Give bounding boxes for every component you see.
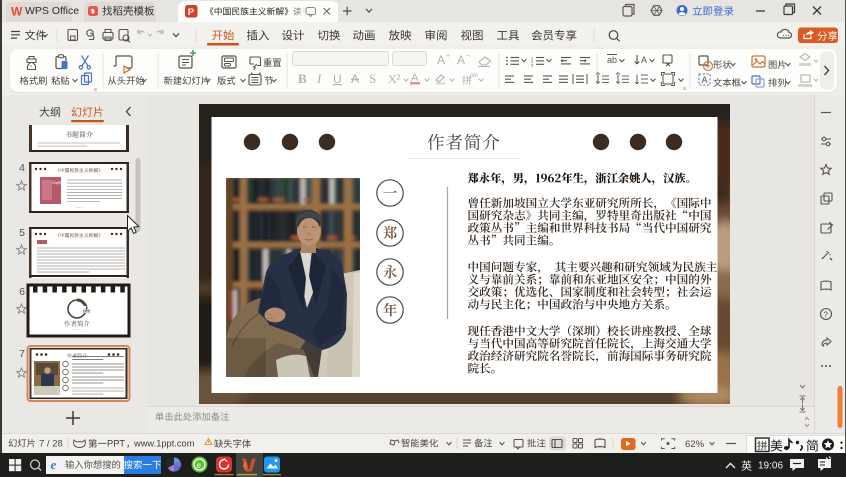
- svg-text:+: +: [446, 53, 450, 60]
- svg-text:A: A: [437, 53, 445, 67]
- svg-text:S: S: [369, 71, 376, 86]
- svg-text:ab: ab: [607, 55, 617, 65]
- svg-text:I: I: [316, 71, 322, 86]
- svg-text:6: 6: [19, 286, 25, 298]
- svg-text:4: 4: [19, 162, 25, 174]
- svg-text:X²: X²: [388, 72, 401, 86]
- svg-text:pin: pin: [470, 73, 478, 79]
- svg-text:B: B: [298, 71, 307, 86]
- svg-text:3: 3: [531, 63, 534, 68]
- svg-text:e: e: [51, 457, 57, 472]
- svg-text:19:06: 19:06: [758, 461, 783, 472]
- svg-text:PPT: PPT: [107, 439, 125, 449]
- svg-text:7 / 28: 7 / 28: [39, 439, 63, 450]
- svg-text:www.1ppt.com: www.1ppt.com: [133, 439, 195, 449]
- svg-text:62%: 62%: [685, 439, 705, 450]
- svg-text:−: −: [466, 53, 470, 60]
- svg-text:A: A: [641, 55, 647, 65]
- svg-text:A: A: [702, 75, 708, 85]
- svg-text:5: 5: [19, 227, 25, 239]
- svg-text:?: ?: [824, 311, 829, 320]
- svg-text:P: P: [188, 7, 195, 18]
- svg-text:7: 7: [19, 348, 25, 360]
- svg-text:W: W: [11, 5, 23, 19]
- svg-text:A: A: [457, 53, 465, 67]
- svg-text:U: U: [333, 72, 342, 86]
- svg-text:e: e: [197, 461, 202, 470]
- svg-text:A: A: [351, 72, 359, 86]
